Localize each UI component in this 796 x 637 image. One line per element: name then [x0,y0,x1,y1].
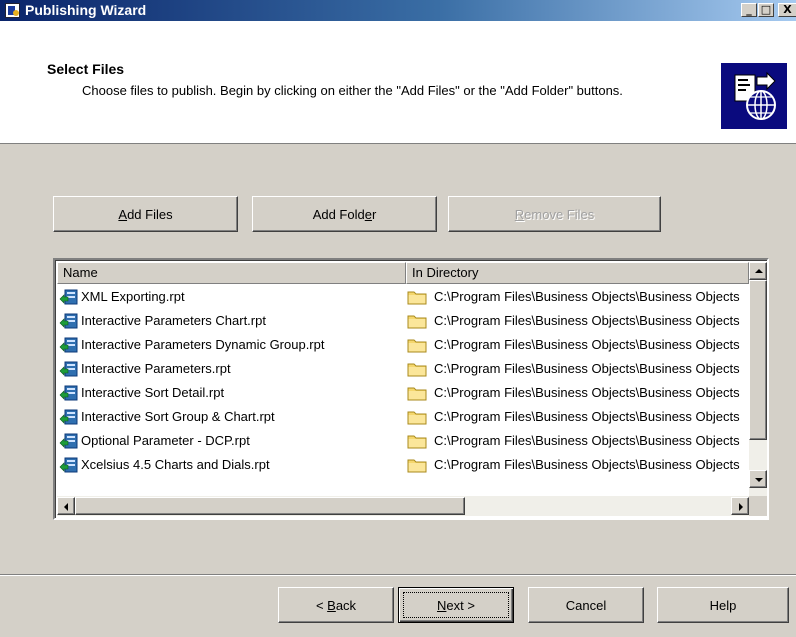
maximize-icon: □ [760,3,772,16]
back-label: < Back [315,597,357,613]
focus-rect [403,592,509,618]
folder-icon [407,290,427,305]
file-directory: C:\Program Files\Business Objects\Busine… [434,433,740,448]
folder-icon [407,362,427,377]
file-directory: C:\Program Files\Business Objects\Busine… [434,457,740,472]
folder-icon [407,434,427,449]
horizontal-scroll-thumb[interactable] [75,497,465,515]
add-files-button[interactable]: Add Files [53,196,238,232]
next-button[interactable]: Next > [398,587,514,623]
folder-icon [407,338,427,353]
remove-files-button[interactable]: Remove Files [448,196,661,232]
scrollbar-corner [749,496,767,516]
file-directory: C:\Program Files\Business Objects\Busine… [434,337,740,352]
file-name: Interactive Parameters.rpt [81,361,231,376]
file-name: Interactive Parameters Dynamic Group.rpt [81,337,325,352]
scroll-up-button[interactable] [749,262,767,280]
report-file-icon [59,409,79,426]
scroll-left-button[interactable] [57,497,75,515]
close-icon: X [783,3,792,16]
app-icon [5,3,20,18]
file-name: Interactive Sort Detail.rpt [81,385,225,400]
report-file-icon [59,313,79,330]
folder-icon [407,458,427,473]
scroll-right-button[interactable] [731,497,749,515]
title-bar[interactable]: Publishing Wizard _ □ X [0,0,796,21]
table-row[interactable]: Optional Parameter - DCP.rpt C:\Program F… [57,429,749,453]
arrow-down-icon [755,478,763,482]
back-button[interactable]: < Back [278,587,394,623]
file-name: XML Exporting.rpt [81,289,185,304]
minimize-button[interactable]: _ [741,3,757,17]
column-header-directory[interactable]: In Directory [406,262,749,284]
help-button[interactable]: Help [657,587,789,623]
table-row[interactable]: Xcelsius 4.5 Charts and Dials.rpt C:\Prog… [57,453,749,477]
arrow-up-icon [755,269,763,273]
remove-files-label: Remove Files [514,206,595,222]
file-directory: C:\Program Files\Business Objects\Busine… [434,409,740,424]
folder-icon [407,410,427,425]
table-row[interactable]: Interactive Parameters.rpt C:\Program Fil… [57,357,749,381]
maximize-button[interactable]: □ [758,3,774,17]
table-row[interactable]: Interactive Parameters Dynamic Group.rpt… [57,333,749,357]
report-file-icon [59,337,79,354]
step-title: Select Files [47,61,125,77]
report-file-icon [59,457,79,474]
file-rows: XML Exporting.rpt C:\Program Files\Busine… [57,285,749,495]
horizontal-scrollbar[interactable] [57,496,749,516]
footer-separator-highlight [0,575,796,576]
arrow-right-icon [739,503,743,511]
folder-icon [407,314,427,329]
report-file-icon [59,289,79,306]
publish-globe-icon [721,63,787,129]
scroll-down-button[interactable] [749,470,767,488]
file-directory: C:\Program Files\Business Objects\Busine… [434,289,740,304]
table-row[interactable]: Interactive Sort Detail.rpt C:\Program Fi… [57,381,749,405]
wizard-header: Select Files Choose files to publish. Be… [0,21,796,144]
add-files-label: Add Files [118,206,173,222]
file-directory: C:\Program Files\Business Objects\Busine… [434,313,740,328]
help-label: Help [709,597,737,613]
window-title: Publishing Wizard [25,2,147,18]
file-name: Interactive Sort Group & Chart.rpt [81,409,275,424]
folder-icon [407,386,427,401]
file-name: Optional Parameter - DCP.rpt [81,433,250,448]
report-file-icon [59,385,79,402]
arrow-left-icon [64,503,68,511]
close-button[interactable]: X [778,3,796,17]
cancel-button[interactable]: Cancel [528,587,644,623]
table-row[interactable]: XML Exporting.rpt C:\Program Files\Busine… [57,285,749,309]
file-list[interactable]: Name In Directory XML Exporting.rpt C:\Pr… [53,258,769,520]
report-file-icon [59,361,79,378]
vertical-scroll-thumb[interactable] [749,280,767,440]
step-description: Choose files to publish. Begin by clicki… [82,83,623,98]
column-header-name-label: Name [63,265,98,280]
table-row[interactable]: Interactive Parameters Chart.rpt C:\Progr… [57,309,749,333]
report-file-icon [59,433,79,450]
file-name: Xcelsius 4.5 Charts and Dials.rpt [81,457,270,472]
vertical-scrollbar[interactable] [749,262,767,496]
cancel-label: Cancel [565,597,607,613]
add-folder-label: Add Folder [312,206,377,222]
table-row[interactable]: Interactive Sort Group & Chart.rpt C:\Pro… [57,405,749,429]
column-header-name[interactable]: Name [57,262,406,284]
file-directory: C:\Program Files\Business Objects\Busine… [434,361,740,376]
minimize-icon: _ [746,3,752,16]
file-directory: C:\Program Files\Business Objects\Busine… [434,385,740,400]
column-header-directory-label: In Directory [412,265,479,280]
add-folder-button[interactable]: Add Folder [252,196,437,232]
file-name: Interactive Parameters Chart.rpt [81,313,266,328]
